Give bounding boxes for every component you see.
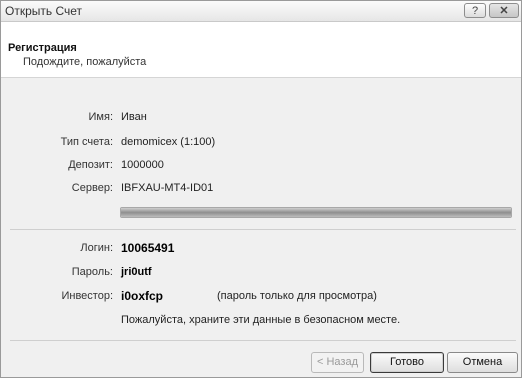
deposit-value: 1000000 bbox=[121, 159, 164, 171]
back-button[interactable]: < Назад bbox=[311, 352, 364, 373]
account-type-value: demomicex (1:100) bbox=[121, 136, 216, 148]
account-type-label: Тип счета: bbox=[60, 136, 113, 148]
divider-top bbox=[10, 229, 516, 230]
progress-fill bbox=[121, 208, 511, 217]
page-subtitle: Подождите, пожалуйста bbox=[23, 56, 147, 68]
divider-bottom bbox=[10, 340, 516, 341]
safety-note: Пожалуйста, храните эти данные в безопас… bbox=[121, 314, 401, 326]
login-label: Логин: bbox=[80, 242, 113, 254]
password-label: Пароль: bbox=[71, 266, 113, 278]
title-bar: Открыть Счет ? ✕ bbox=[1, 1, 521, 22]
investor-note: (пароль только для просмотра) bbox=[217, 290, 377, 302]
close-button[interactable]: ✕ bbox=[489, 3, 519, 18]
name-label: Имя: bbox=[88, 111, 113, 123]
help-icon: ? bbox=[471, 5, 479, 17]
name-value: Иван bbox=[121, 111, 147, 123]
cancel-button[interactable]: Отмена bbox=[447, 352, 518, 373]
close-icon: ✕ bbox=[499, 5, 509, 17]
investor-value: i0oxfcp bbox=[121, 289, 164, 303]
deposit-label: Депозит: bbox=[68, 159, 113, 171]
password-value: jri0utf bbox=[121, 266, 152, 278]
server-label: Сервер: bbox=[71, 182, 113, 194]
registration-progress-bar bbox=[120, 207, 512, 218]
wizard-header: Регистрация Подождите, пожалуйста bbox=[1, 22, 521, 78]
window-title: Открыть Счет bbox=[5, 4, 83, 18]
server-value: IBFXAU-MT4-ID01 bbox=[121, 182, 214, 194]
login-value: 10065491 bbox=[121, 241, 175, 255]
open-account-dialog: Открыть Счет ? ✕ Регистрация Подождите, … bbox=[0, 0, 522, 378]
investor-label: Инвестор: bbox=[61, 290, 113, 302]
help-button[interactable]: ? bbox=[464, 3, 486, 18]
page-title: Регистрация bbox=[8, 42, 77, 54]
finish-button[interactable]: Готово bbox=[370, 352, 444, 373]
